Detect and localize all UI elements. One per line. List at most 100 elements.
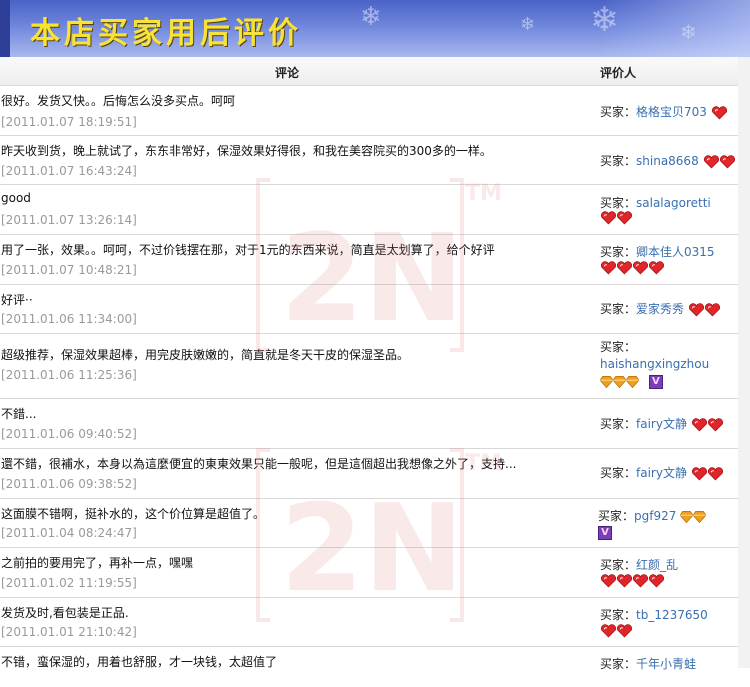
page-title: 本店买家用后评价 <box>30 16 302 51</box>
reviewer-cell: 买家：卿本佳人0315 <box>600 235 738 284</box>
buyer-label: 买家： <box>600 245 637 259</box>
reviewer-cell: 买家：salalagoretti <box>600 185 738 234</box>
review-date: [2011.01.06 11:34:00] <box>1 312 137 326</box>
diamond-rank-icon <box>626 375 639 388</box>
review-row: 昨天收到货，晚上就试了，东东非常好，保湿效果好得很，和我在美容院买的300多的一… <box>0 136 738 185</box>
buyer-label: 买家： <box>600 154 637 168</box>
review-comment: 不错，蛮保湿的，用着也舒服，才一块钱，太超值了 <box>1 655 278 669</box>
buyer-name-link[interactable]: fairy文静 <box>636 417 687 431</box>
reviewer-cell: 买家：fairy文静 <box>600 399 738 448</box>
diamond-rank-icon <box>600 375 613 388</box>
diamond-rank-icon <box>613 375 626 388</box>
review-date: [2011.01.04 08:24:47] <box>1 526 137 540</box>
buyer-name-link[interactable]: salalagoretti <box>636 196 711 210</box>
heart-rank-icon <box>691 466 707 480</box>
header-banner: ❄ ❄ ❄ ❄ 本店买家用后评价 <box>0 0 750 57</box>
buyer-name-link[interactable]: 千年小青蛙 <box>636 657 696 671</box>
heart-rank-icon <box>719 154 735 168</box>
heart-rank-icon <box>703 154 719 168</box>
buyer-name-link[interactable]: pgf927 <box>634 509 676 523</box>
heart-rank-icon <box>600 260 617 274</box>
review-list: 很好。发货又快。。后悔怎么没多买点。呵呵 [2011.01.07 18:19:5… <box>0 86 738 687</box>
heart-rank-icon <box>691 417 707 431</box>
heart-rank-icon <box>616 573 633 587</box>
heart-rank-icon <box>711 105 727 119</box>
review-comment: 超级推荐，保湿效果超棒，用完皮肤嫩嫩的，简直就是冬天干皮的保湿圣品。 <box>1 348 410 362</box>
heart-rank-icon <box>616 210 633 224</box>
snowflake-icon: ❄ <box>360 2 382 32</box>
buyer-label: 买家： <box>600 340 637 354</box>
buyer-name-link[interactable]: fairy文静 <box>636 466 687 480</box>
reviewer-cell: 买家：爱家秀秀 <box>600 285 738 333</box>
reviewer-cell: 买家：千年小青蛙 <box>600 647 738 687</box>
review-date: [2011.01.07 13:26:14] <box>1 213 137 227</box>
heart-rank-icon <box>632 573 649 587</box>
review-date: [2011.01.06 09:38:52] <box>1 477 137 491</box>
heart-rank-icon <box>704 302 720 316</box>
review-comment: 不錯... <box>1 407 37 421</box>
review-row: 超级推荐，保湿效果超棒，用完皮肤嫩嫩的，简直就是冬天干皮的保湿圣品。 [2011… <box>0 334 738 399</box>
review-comment: 好评·· <box>1 293 33 307</box>
table-header: 评论 评价人 <box>0 57 738 86</box>
review-row: 发货及时,看包装是正品. [2011.01.01 21:10:42] 买家：tb… <box>0 598 738 647</box>
column-header-comment: 评论 <box>275 66 300 80</box>
review-row: 還不錯，很補水，本身以為這麼便宜的東東效果只能一般呢，但是這個超出我想像之外了，… <box>0 449 738 499</box>
review-row: good [2011.01.07 13:26:14] 买家：salalagore… <box>0 185 738 235</box>
buyer-label: 买家： <box>600 302 637 316</box>
review-comment: 用了一张，效果。。呵呵，不过价钱摆在那，对于1元的东西来说，简直是太划算了，给个… <box>1 243 495 257</box>
review-row: 不错，蛮保湿的，用着也舒服，才一块钱，太超值了 买家：千年小青蛙 <box>0 647 738 687</box>
snowflake-icon: ❄ <box>520 14 536 35</box>
buyer-label: 买家： <box>600 466 637 480</box>
snowflake-icon: ❄ <box>590 0 619 40</box>
review-row: 这面膜不错啊，挺补水的，这个价位算是超值了。 [2011.01.04 08:24… <box>0 499 738 548</box>
review-row: 之前拍的要用完了，再补一点，嘿嘿 [2011.01.02 11:19:55] 买… <box>0 548 738 598</box>
buyer-label: 买家： <box>600 105 637 119</box>
review-comment: good <box>1 191 31 205</box>
reviewer-cell: 买家：红颜_乱 <box>600 548 738 597</box>
review-comment: 发货及时,看包装是正品. <box>1 606 129 620</box>
vip-badge-icon: V <box>648 374 663 389</box>
scrollbar[interactable] <box>738 57 750 668</box>
reviewer-cell: 买家： haishangxingzhou V <box>600 334 738 398</box>
review-date: [2011.01.06 11:25:36] <box>1 368 137 382</box>
buyer-label: 买家： <box>600 657 637 671</box>
diamond-rank-icon <box>680 510 694 523</box>
buyer-name-link[interactable]: 爱家秀秀 <box>636 302 684 316</box>
review-row: 用了一张，效果。。呵呵，不过价钱摆在那，对于1元的东西来说，简直是太划算了，给个… <box>0 235 738 285</box>
heart-rank-icon <box>707 466 723 480</box>
review-date: [2011.01.07 10:48:21] <box>1 263 137 277</box>
heart-rank-icon <box>600 210 617 224</box>
heart-rank-icon <box>616 623 633 637</box>
buyer-label: 买家： <box>600 417 637 431</box>
heart-rank-icon <box>648 573 665 587</box>
snowflake-icon: ❄ <box>680 20 697 44</box>
buyer-name-link[interactable]: 红颜_乱 <box>636 558 678 572</box>
review-date: [2011.01.07 16:43:24] <box>1 164 137 178</box>
buyer-name-link[interactable]: 卿本佳人0315 <box>636 245 715 259</box>
reviewer-cell: 买家：shina8668 <box>600 136 738 184</box>
review-comment: 還不錯，很補水，本身以為這麼便宜的東東效果只能一般呢，但是這個超出我想像之外了，… <box>1 457 517 471</box>
review-date: [2011.01.01 21:10:42] <box>1 625 137 639</box>
buyer-label: 买家： <box>600 608 637 622</box>
buyer-label: 买家： <box>600 196 637 210</box>
buyer-label: 买家： <box>600 558 637 572</box>
buyer-name-link[interactable]: shina8668 <box>636 154 699 168</box>
reviewer-cell: 买家：tb_1237650 <box>600 598 738 646</box>
heart-rank-icon <box>616 260 633 274</box>
reviewer-cell: 买家：格格宝贝703 <box>600 86 738 135</box>
reviewer-cell: 买家：pgf927 V <box>598 499 736 547</box>
review-comment: 昨天收到货，晚上就试了，东东非常好，保湿效果好得很，和我在美容院买的300多的一… <box>1 144 492 158</box>
review-date: [2011.01.02 11:19:55] <box>1 576 137 590</box>
heart-rank-icon <box>648 260 665 274</box>
heart-rank-icon <box>632 260 649 274</box>
buyer-label: 买家： <box>598 509 635 523</box>
heart-rank-icon <box>688 302 704 316</box>
buyer-name-link[interactable]: haishangxingzhou <box>600 357 709 371</box>
review-row: 好评·· [2011.01.06 11:34:00] 买家：爱家秀秀 <box>0 285 738 334</box>
heart-rank-icon <box>600 573 617 587</box>
diamond-rank-icon <box>693 510 707 523</box>
review-date: [2011.01.07 18:19:51] <box>1 115 137 129</box>
heart-rank-icon <box>600 623 617 637</box>
buyer-name-link[interactable]: 格格宝贝703 <box>636 105 707 119</box>
buyer-name-link[interactable]: tb_1237650 <box>636 608 708 622</box>
